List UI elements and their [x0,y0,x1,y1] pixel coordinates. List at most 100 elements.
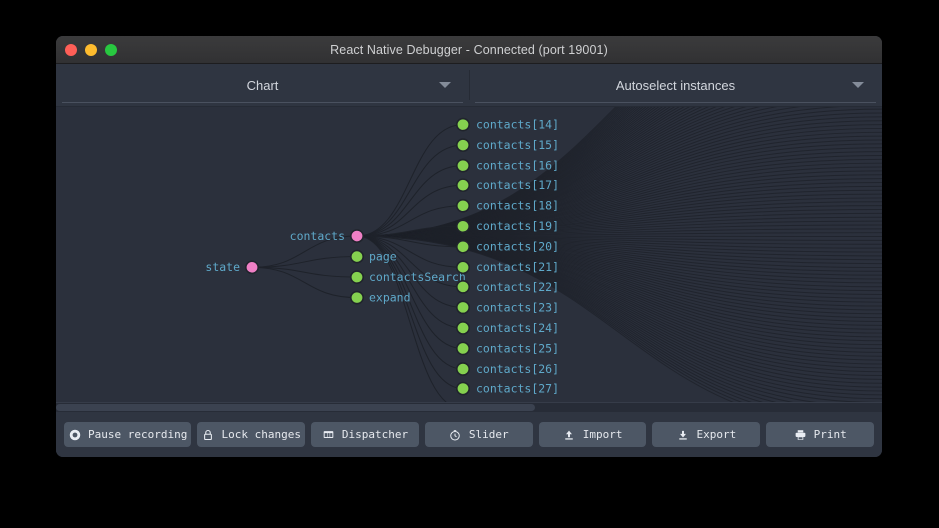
graph-node-dot[interactable] [349,290,364,305]
graph-node-page[interactable]: page [349,249,397,264]
traffic-light-group [65,36,117,63]
download-icon [676,428,689,441]
record-icon [68,428,81,441]
graph-node-label: contacts[15] [476,138,559,152]
graph-node-dot[interactable] [455,117,470,132]
export-button[interactable]: Export [652,422,761,447]
graph-node-leaf[interactable]: contacts[15] [455,138,559,152]
graph-node-label: contacts[27] [476,382,559,396]
graph-node-label: contacts[22] [476,280,559,294]
graph-node-dot[interactable] [455,300,470,315]
graph-node-label: contacts[21] [476,260,559,274]
dispatcher-button[interactable]: Dispatcher [311,422,419,447]
graph-node-dot[interactable] [455,178,470,193]
graph-node-dot[interactable] [245,260,260,275]
slider-label: Slider [468,428,509,441]
graph-node-dot[interactable] [455,138,470,152]
graph-node-leaf[interactable]: contacts[14] [455,117,559,132]
graph-node-label: contacts [290,229,345,243]
graph-node-expand[interactable]: expand [349,290,411,305]
graph-node-dot[interactable] [349,249,364,264]
chart-horizontal-scrollbar[interactable] [56,402,882,412]
lock-changes-button[interactable]: Lock changes [197,422,306,447]
graph-node-leaf[interactable]: contacts[21] [455,260,559,275]
selector-bar: Chart Autoselect instances [56,64,882,107]
state-chart-canvas[interactable]: state contacts page contactsSearch expand con… [56,107,882,412]
print-label: Print [813,428,847,441]
bottom-toolbar: Pause recording Lock changes Dispatcher Sli… [56,412,882,457]
window-title: React Native Debugger - Connected (port … [330,42,608,57]
chart-scrollbar-thumb[interactable] [56,404,536,411]
graph-nodes: state contacts page contactsSearch expand con… [205,118,559,412]
import-label: Import [582,428,623,441]
graph-node-dot[interactable] [455,381,470,396]
graph-node-dot[interactable] [455,321,470,335]
graph-node-dot[interactable] [455,158,470,173]
graph-edges [251,107,882,412]
clock-icon [449,428,462,441]
graph-node-label: contacts[26] [476,362,559,376]
instance-select-dropdown-underline [475,102,876,103]
slider-button[interactable]: Slider [424,422,533,447]
graph-node-label: contacts[14] [476,118,559,132]
graph-node-label: state [205,260,240,274]
graph-node-label: contacts[17] [476,178,559,192]
graph-node-contacts[interactable]: contacts [290,229,364,243]
chevron-down-icon [439,82,451,88]
graph-node-label: contactsSearch [369,270,466,284]
graph-node-dot[interactable] [349,270,364,284]
graph-node-label: contacts[19] [476,219,559,233]
maximize-window-button[interactable] [105,43,117,56]
graph-node-dot[interactable] [455,198,470,213]
graph-node-dot[interactable] [455,362,470,376]
pause-recording-button[interactable]: Pause recording [64,422,192,447]
graph-node-label: contacts[25] [476,341,559,355]
graph-node-label: contacts[16] [476,159,559,173]
export-label: Export [696,428,737,441]
chevron-down-icon [852,82,864,88]
graph-node-contactssearch[interactable]: contactsSearch [349,270,466,284]
graph-node-dot[interactable] [455,239,470,254]
lock-icon [201,428,214,441]
graph-node-leaf[interactable]: contacts[18] [455,198,559,213]
minimize-window-button[interactable] [85,43,97,56]
graph-node-dot[interactable] [349,229,364,243]
chart-mode-dropdown-underline [62,102,463,103]
graph-node-dot[interactable] [455,341,470,356]
window-icon [322,428,335,441]
printer-icon [794,428,807,441]
chart-mode-dropdown-label: Chart [246,77,279,93]
graph-node-leaf[interactable]: contacts[16] [455,158,559,173]
graph-node-label: contacts[23] [476,300,559,314]
graph-node-label: expand [369,291,411,305]
graph-node-leaf[interactable]: contacts[22] [455,280,559,294]
graph-node-dot[interactable] [455,280,470,294]
debugger-window: React Native Debugger - Connected (port … [56,36,882,457]
graph-node-label: contacts[18] [476,199,559,213]
chart-mode-dropdown[interactable]: Chart [56,64,469,106]
instance-select-dropdown-label: Autoselect instances [615,77,736,93]
instance-select-dropdown[interactable]: Autoselect instances [469,64,882,106]
lock-changes-label: Lock changes [221,428,301,441]
graph-node-leaf[interactable]: contacts[24] [455,321,559,335]
graph-node-leaf[interactable]: contacts[25] [455,341,559,356]
graph-node-label: page [369,250,397,264]
title-bar[interactable]: React Native Debugger - Connected (port … [56,36,882,64]
print-button[interactable]: Print [766,422,875,447]
pause-recording-label: Pause recording [88,428,188,441]
graph-node-leaf[interactable]: contacts[23] [455,300,559,315]
state-tree-graph[interactable]: state contacts page contactsSearch expand con… [56,107,882,412]
graph-node-leaf[interactable]: contacts[27] [455,381,559,396]
close-window-button[interactable] [65,43,77,56]
graph-node-dot[interactable] [455,260,470,275]
upload-icon [563,428,576,441]
graph-node-label: contacts[20] [476,240,559,254]
graph-node-leaf[interactable]: contacts[17] [455,178,559,193]
screen: React Native Debugger - Connected (port … [0,0,939,528]
graph-node-label: contacts[24] [476,321,559,335]
graph-node-state[interactable]: state [205,260,260,275]
graph-node-dot[interactable] [455,219,470,234]
graph-node-leaf[interactable]: contacts[26] [455,362,559,376]
dispatcher-label: Dispatcher [341,428,409,441]
import-button[interactable]: Import [538,422,647,447]
